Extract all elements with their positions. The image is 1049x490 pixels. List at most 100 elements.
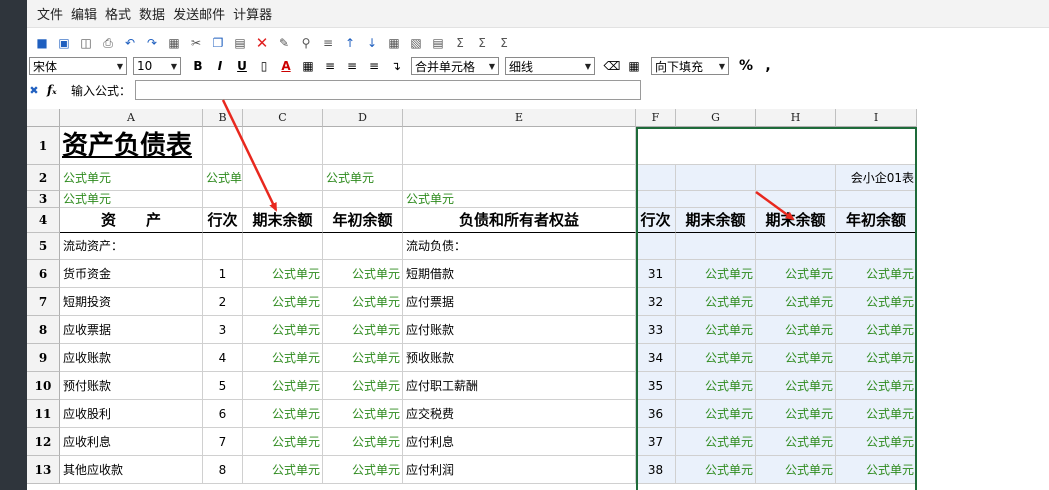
header-assets[interactable]: 资 产: [60, 208, 203, 233]
cell-b3[interactable]: [203, 191, 243, 208]
delete-row-icon[interactable]: ▤: [427, 33, 449, 53]
cell-g5[interactable]: [676, 233, 756, 260]
row-header-6[interactable]: 6: [27, 260, 60, 288]
liability-name[interactable]: 应交税费: [403, 400, 636, 428]
merge-cells-select[interactable]: 合并单元格 ▼: [411, 57, 499, 75]
asset-begin-balance[interactable]: 公式单元: [323, 344, 403, 372]
row-header-11[interactable]: 11: [27, 400, 60, 428]
row-header-10[interactable]: 10: [27, 372, 60, 400]
italic-button[interactable]: I: [209, 56, 231, 76]
cell-b5[interactable]: [203, 233, 243, 260]
cell-e3-formula[interactable]: 公式单元: [403, 191, 636, 208]
wrap-text-icon[interactable]: ↴: [385, 56, 407, 76]
liability-end-balance-2[interactable]: 公式单元: [756, 400, 836, 428]
header-line-no-right[interactable]: 行次: [636, 208, 676, 233]
asset-end-balance[interactable]: 公式单元: [243, 288, 323, 316]
header-end-balance-right[interactable]: 期末余额: [676, 208, 756, 233]
font-name-select[interactable]: 宋体 ▼: [29, 57, 127, 75]
liability-end-balance[interactable]: 公式单元: [676, 428, 756, 456]
save-all-icon[interactable]: ▣: [53, 33, 75, 53]
asset-begin-balance[interactable]: 公式单元: [323, 400, 403, 428]
liability-line-no[interactable]: 34: [636, 344, 676, 372]
bold-button[interactable]: B: [187, 56, 209, 76]
font-color-icon[interactable]: A: [275, 56, 297, 76]
column-header-e[interactable]: E: [403, 109, 636, 127]
liability-name[interactable]: 短期借款: [403, 260, 636, 288]
menu-send-mail[interactable]: 发送邮件: [173, 4, 225, 23]
liability-begin-balance[interactable]: 公式单元: [836, 316, 917, 344]
liability-begin-balance[interactable]: 公式单元: [836, 288, 917, 316]
cell-f1-merged[interactable]: [636, 127, 917, 165]
menu-data[interactable]: 数据: [139, 4, 165, 23]
row-header-1[interactable]: 1: [27, 127, 60, 165]
liability-begin-balance[interactable]: 公式单元: [836, 372, 917, 400]
asset-line-no[interactable]: 8: [203, 456, 243, 484]
liability-end-balance-2[interactable]: 公式单元: [756, 260, 836, 288]
asset-end-balance[interactable]: 公式单元: [243, 260, 323, 288]
liability-end-balance[interactable]: 公式单元: [676, 288, 756, 316]
underline-button[interactable]: U: [231, 56, 253, 76]
asset-end-balance[interactable]: 公式单元: [243, 428, 323, 456]
asset-end-balance[interactable]: 公式单元: [243, 456, 323, 484]
liability-name[interactable]: 预收账款: [403, 344, 636, 372]
asset-end-balance[interactable]: 公式单元: [243, 316, 323, 344]
row-header-12[interactable]: 12: [27, 428, 60, 456]
cell-b2-formula[interactable]: 公式单元: [203, 165, 243, 191]
percent-button[interactable]: %: [735, 56, 757, 76]
liability-end-balance-2[interactable]: 公式单元: [756, 372, 836, 400]
cell-g3[interactable]: [676, 191, 756, 208]
column-header-a[interactable]: A: [60, 109, 203, 127]
column-header-b[interactable]: B: [203, 109, 243, 127]
asset-name[interactable]: 短期投资: [60, 288, 203, 316]
delete-icon[interactable]: ✕: [251, 33, 273, 53]
eraser-icon[interactable]: ⌫: [601, 56, 623, 76]
liability-name[interactable]: 应付票据: [403, 288, 636, 316]
cell-h5[interactable]: [756, 233, 836, 260]
liability-line-no[interactable]: 37: [636, 428, 676, 456]
asset-end-balance[interactable]: 公式单元: [243, 400, 323, 428]
sort-descending-icon[interactable]: ↓: [361, 33, 383, 53]
row-header-8[interactable]: 8: [27, 316, 60, 344]
print-icon[interactable]: ⎙: [97, 33, 119, 53]
cell-d1[interactable]: [323, 127, 403, 165]
asset-line-no[interactable]: 4: [203, 344, 243, 372]
cell-d5[interactable]: [323, 233, 403, 260]
cell-e2[interactable]: [403, 165, 636, 191]
asset-name[interactable]: 货币资金: [60, 260, 203, 288]
replace-icon[interactable]: ≡: [317, 33, 339, 53]
asset-name[interactable]: 预付账款: [60, 372, 203, 400]
liability-end-balance[interactable]: 公式单元: [676, 344, 756, 372]
row-sum-icon[interactable]: Σ: [471, 33, 493, 53]
asset-name[interactable]: 其他应收款: [60, 456, 203, 484]
cell-d3[interactable]: [323, 191, 403, 208]
asset-name[interactable]: 应收票据: [60, 316, 203, 344]
row-header-13[interactable]: 13: [27, 456, 60, 484]
row-header-5[interactable]: 5: [27, 233, 60, 260]
liability-begin-balance[interactable]: 公式单元: [836, 260, 917, 288]
menu-format[interactable]: 格式: [105, 4, 131, 23]
align-center-icon[interactable]: ≡: [341, 56, 363, 76]
grid-icon[interactable]: ▦: [163, 33, 185, 53]
undo-icon[interactable]: ↶: [119, 33, 141, 53]
asset-begin-balance[interactable]: 公式单元: [323, 428, 403, 456]
cell-a3-formula[interactable]: 公式单元: [60, 191, 203, 208]
current-assets-label[interactable]: 流动资产：: [60, 233, 203, 260]
column-header-h[interactable]: H: [756, 109, 836, 127]
column-sum-icon[interactable]: Σ: [493, 33, 515, 53]
find-icon[interactable]: ⚲: [295, 33, 317, 53]
row-header-4[interactable]: 4: [27, 208, 60, 233]
asset-begin-balance[interactable]: 公式单元: [323, 288, 403, 316]
select-all-corner[interactable]: [27, 109, 60, 127]
form-code-label[interactable]: 会小企01表: [836, 165, 917, 191]
asset-line-no[interactable]: 6: [203, 400, 243, 428]
align-right-icon[interactable]: ≡: [363, 56, 385, 76]
format-brush-icon[interactable]: ✎: [273, 33, 295, 53]
liability-line-no[interactable]: 36: [636, 400, 676, 428]
liability-end-balance[interactable]: 公式单元: [676, 372, 756, 400]
asset-line-no[interactable]: 1: [203, 260, 243, 288]
cell-e1[interactable]: [403, 127, 636, 165]
formula-input[interactable]: [135, 80, 641, 100]
cell-h2[interactable]: [756, 165, 836, 191]
liability-end-balance-2[interactable]: 公式单元: [756, 428, 836, 456]
liability-end-balance-2[interactable]: 公式单元: [756, 456, 836, 484]
